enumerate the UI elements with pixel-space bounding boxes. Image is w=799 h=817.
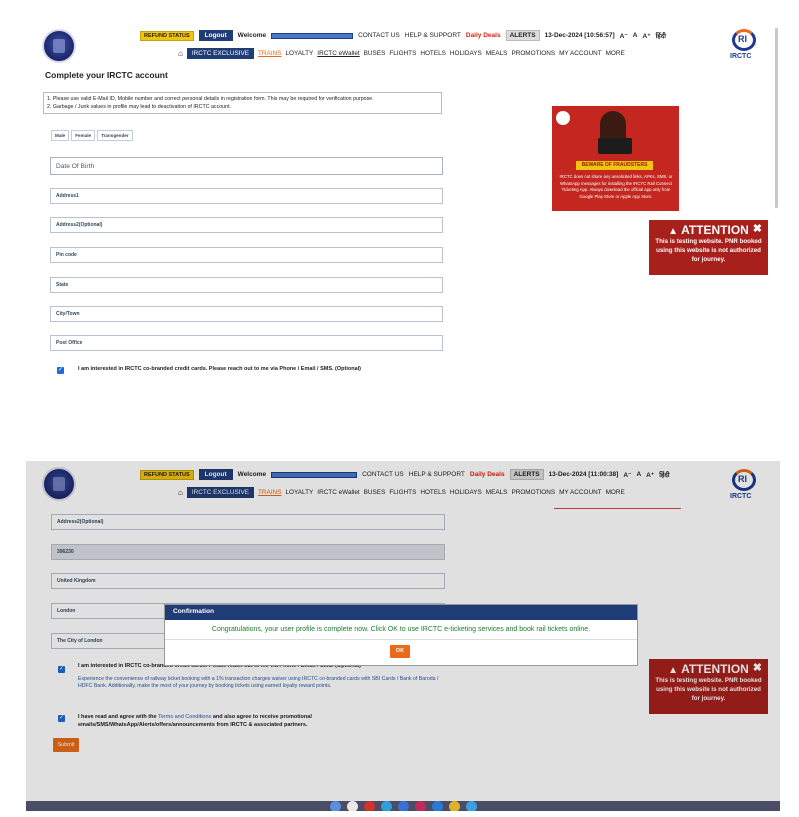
taskbar-app-icon[interactable] xyxy=(465,800,477,811)
taskbar-app-icon[interactable] xyxy=(380,800,392,811)
hindi-language-link[interactable]: हिंदी xyxy=(656,31,666,40)
irctc-logo[interactable]: RI IRCTC xyxy=(729,29,759,63)
nav-more[interactable]: MORE xyxy=(606,50,625,57)
welcome-label: Welcome xyxy=(237,32,267,39)
page-title: Complete your IRCTC account xyxy=(45,70,168,80)
confirmation-dialog: Confirmation Congratulations, your user … xyxy=(164,604,638,666)
contact-us-link[interactable]: CONTACT US xyxy=(358,32,400,39)
dob-input[interactable]: Date Of Birth xyxy=(50,157,443,175)
font-normal-button[interactable]: A xyxy=(633,32,638,39)
nav-irctc-exclusive[interactable]: IRCTC EXCLUSIVE xyxy=(186,48,255,59)
state-input[interactable]: State xyxy=(50,277,443,293)
alerts-button[interactable]: ALERTS xyxy=(505,30,540,41)
taskbar-app-icon[interactable] xyxy=(363,800,375,811)
top-utility-bar: REFUND STATUS Logout Welcome CONTACT US … xyxy=(140,30,671,41)
gender-male-button[interactable]: Male xyxy=(51,130,70,141)
daily-deals-link[interactable]: Daily Deals xyxy=(466,32,501,39)
address2-input[interactable]: Address2(Optional) xyxy=(50,217,443,233)
laptop-icon xyxy=(598,138,632,154)
nav-my-account[interactable]: MY ACCOUNT xyxy=(559,50,602,57)
nav-meals[interactable]: MEALS xyxy=(486,50,508,57)
taskbar-app-icon[interactable] xyxy=(346,800,358,811)
dialog-title: Confirmation xyxy=(165,605,637,620)
font-decrease-button[interactable]: A⁻ xyxy=(620,32,628,40)
username-redacted xyxy=(271,32,354,39)
help-support-link[interactable]: HELP & SUPPORT xyxy=(405,32,461,39)
attention-title: ATTENTION xyxy=(681,223,749,237)
taskbar-app-icon[interactable] xyxy=(329,800,341,811)
irctc-ad-logo xyxy=(556,111,570,125)
dialog-message: Congratulations, your user profile is co… xyxy=(165,620,637,640)
home-icon[interactable]: ⌂ xyxy=(178,49,183,58)
notice-line-2: 2. Garbage / Junk values in profile may … xyxy=(47,104,232,110)
main-nav: ⌂ IRCTC EXCLUSIVE TRAINS LOYALTY IRCTC e… xyxy=(178,48,629,59)
logout-button[interactable]: Logout xyxy=(198,30,233,41)
notice-line-1: 1. Please use valid E-Mail ID, Mobile nu… xyxy=(47,96,374,102)
nav-flights[interactable]: FLIGHTS xyxy=(389,50,416,57)
close-icon[interactable]: ✖ xyxy=(753,222,762,235)
taskbar-app-icon[interactable] xyxy=(448,800,460,811)
taskbar-app-icon[interactable] xyxy=(431,800,443,811)
post-office-input[interactable]: Post Office xyxy=(50,335,443,351)
nav-ewallet[interactable]: IRCTC eWallet xyxy=(317,50,359,57)
attention-body: This is testing website. PNR booked usin… xyxy=(655,238,762,263)
warning-icon: ▲ xyxy=(668,226,679,237)
beware-badge: BEWARE OF FRAUDSTERS xyxy=(576,161,653,170)
credit-card-checkbox-label: I am interested in IRCTC co-branded cred… xyxy=(78,366,362,372)
registration-notice: 1. Please use valid E-Mail ID, Mobile nu… xyxy=(43,92,442,114)
indian-railways-logo[interactable] xyxy=(42,29,76,63)
taskbar xyxy=(26,800,780,811)
ad-text: IRCTC does not share any unsolicited lin… xyxy=(559,174,673,199)
nav-loyalty[interactable]: LOYALTY xyxy=(285,50,313,57)
datetime-label: 13-Dec-2024 [10:56:57] xyxy=(544,32,615,39)
pincode-input[interactable]: Pin code xyxy=(50,247,443,263)
font-increase-button[interactable]: A⁺ xyxy=(643,32,651,40)
attention-banner: ▲ ATTENTION ✖ This is testing website. PN… xyxy=(649,220,768,275)
screenshot-confirmation: REFUND STATUS Logout Welcome CONTACT US … xyxy=(26,461,780,811)
city-input[interactable]: City/Town xyxy=(50,306,443,322)
screenshot-profile-form: REFUND STATUS Logout Welcome CONTACT US … xyxy=(26,20,782,378)
nav-promotions[interactable]: PROMOTIONS xyxy=(511,50,555,57)
taskbar-app-icon[interactable] xyxy=(414,800,426,811)
ok-button[interactable]: OK xyxy=(390,645,410,658)
nav-trains[interactable]: TRAINS xyxy=(258,50,281,57)
credit-card-checkbox[interactable]: ✓ xyxy=(57,367,64,374)
scrollbar[interactable] xyxy=(775,28,778,208)
gender-transgender-button[interactable]: Transgender xyxy=(97,130,133,141)
fraud-warning-ad[interactable]: BEWARE OF FRAUDSTERS IRCTC does not shar… xyxy=(552,106,679,211)
nav-holidays[interactable]: HOLIDAYS xyxy=(450,50,482,57)
nav-hotels[interactable]: HOTELS xyxy=(420,50,446,57)
address1-input[interactable]: Address1 xyxy=(50,188,443,204)
nav-buses[interactable]: BUSES xyxy=(364,50,386,57)
gender-selector: Male Female Transgender xyxy=(51,130,135,141)
taskbar-app-icon[interactable] xyxy=(397,800,409,811)
gender-female-button[interactable]: Female xyxy=(71,130,96,141)
refund-status-button[interactable]: REFUND STATUS xyxy=(140,30,194,41)
